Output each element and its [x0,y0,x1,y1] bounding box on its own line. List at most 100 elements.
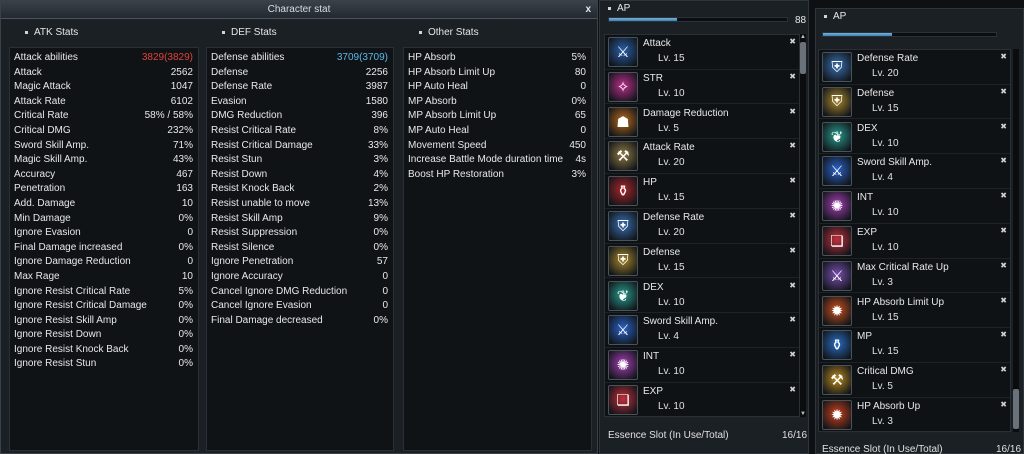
essence-item[interactable]: ⛨ Defense Rate Lv. 20 ✖ [819,50,1010,85]
essence-item[interactable]: ✧ STR Lv. 10 ✖ [605,70,799,105]
other-stats-header: Other Stats [403,19,592,47]
stat-label: Ignore Resist Critical Rate [14,285,131,297]
essence-item[interactable]: ⚒ Attack Rate Lv. 20 ✖ [605,139,799,175]
essence-item[interactable]: ❦ DEX Lv. 10 ✖ [819,120,1010,155]
stat-value: 43% [172,154,193,166]
stat-row: Resist Skill Amp 9% [207,212,393,227]
remove-icon[interactable]: ✖ [1000,261,1007,270]
essence-name: INT [643,351,660,363]
essence-name: HP [643,177,657,189]
essence-item[interactable]: ⚱ HP Lv. 15 ✖ [605,174,799,209]
remove-icon[interactable]: ✖ [1000,365,1007,374]
stat-value: 0 [187,256,193,268]
close-icon[interactable]: x [585,1,591,18]
ap-list-scrollbar[interactable]: ▲ ▼ [800,34,806,417]
essence-item[interactable]: ✺ INT Lv. 10 ✖ [819,189,1010,224]
remove-icon[interactable]: ✖ [789,246,796,255]
remove-icon[interactable]: ✖ [1000,122,1007,131]
remove-icon[interactable]: ✖ [789,107,796,116]
essence-item[interactable]: ⚔ Sword Skill Amp. Lv. 4 ✖ [605,313,799,349]
essence-level: Lv. 15 [658,261,685,273]
scroll-down-icon[interactable]: ▼ [800,411,806,417]
shield-icon: ⛨ [608,211,638,241]
stat-value: 0% [178,300,193,312]
essence-item[interactable]: ⛨ Defense Lv. 15 ✖ [605,244,799,279]
ap-list-scrollbar[interactable] [1013,49,1019,432]
other-stats-panel: HP Absorb 5% HP Absorb Limit Up 80 HP Auto H… [403,47,592,451]
stat-value: 0% [178,314,193,326]
ap-progress-bar [608,17,788,22]
remove-icon[interactable]: ✖ [789,176,796,185]
book-icon: ❏ [608,385,638,415]
stat-row: Attack Rate 6102 [10,95,198,110]
stat-label: HP Auto Heal [408,81,468,93]
essence-item[interactable]: ✹ HP Absorb Up Lv. 3 ✖ [819,398,1010,433]
stat-value: 0% [178,329,193,341]
essence-name: MP [857,331,872,343]
essence-level: Lv. 3 [872,416,893,427]
stat-value: 0 [580,124,586,136]
remove-icon[interactable]: ✖ [1000,226,1007,235]
stat-value: 57 [376,256,388,268]
remove-icon[interactable]: ✖ [1000,87,1007,96]
essence-slot-count: 16/16 [782,430,808,441]
essence-item[interactable]: ✺ INT Lv. 10 ✖ [605,348,799,383]
essence-level: Lv. 10 [872,207,899,219]
essence-item[interactable]: ⚱ MP Lv. 15 ✖ [819,328,1010,364]
bullet-icon [608,6,611,10]
stat-row: MP Absorb Limit Up 65 [404,109,591,124]
remove-icon[interactable]: ✖ [789,37,796,46]
remove-icon[interactable]: ✖ [1000,330,1007,339]
window-titlebar[interactable]: Character stat x [1,1,597,19]
remove-icon[interactable]: ✖ [789,385,796,394]
remove-icon[interactable]: ✖ [789,211,796,220]
remove-icon[interactable]: ✖ [789,141,796,150]
remove-icon[interactable]: ✖ [789,72,796,81]
remove-icon[interactable]: ✖ [789,350,796,359]
essence-level: Lv. 15 [658,53,685,64]
remove-icon[interactable]: ✖ [789,315,796,324]
stat-label: HP Absorb [408,52,456,63]
stat-row: Defense 2256 [207,66,393,81]
essence-name: DEX [857,122,878,134]
remove-icon[interactable]: ✖ [1000,156,1007,165]
remove-icon[interactable]: ✖ [1000,191,1007,200]
essence-item[interactable]: ⚒ Critical DMG Lv. 5 ✖ [819,363,1010,398]
scroll-up-icon[interactable]: ▲ [800,34,806,40]
scroll-thumb[interactable] [800,42,806,74]
remove-icon[interactable]: ✖ [1000,400,1007,409]
essence-item[interactable]: ❦ DEX Lv. 10 ✖ [605,279,799,314]
essence-item[interactable]: ⛨ Defense Lv. 15 ✖ [819,85,1010,120]
essence-item[interactable]: ⚔ Attack Lv. 15 ✖ [605,35,799,70]
essence-item[interactable]: ⚔ Sword Skill Amp. Lv. 4 ✖ [819,154,1010,190]
remove-icon[interactable]: ✖ [789,281,796,290]
scroll-thumb[interactable] [1013,389,1019,429]
ap-essence-list: ⛨ Defense Rate Lv. 20 ✖ ⛨ Defense Lv. 15 ✖ ❦ DEX L… [818,49,1011,433]
stat-row: Ignore Resist Stun 0% [10,357,198,372]
stat-label: Defense abilities [211,52,285,63]
essence-item[interactable]: ☗ Damage Reduction Lv. 5 ✖ [605,105,799,140]
essence-slot-label: Essence Slot (In Use/Total) [608,430,729,441]
stat-row: Magic Skill Amp. 43% [10,153,198,168]
stat-label: Resist Knock Back [211,183,295,195]
essence-item[interactable]: ⚔ Max Critical Rate Up Lv. 3 ✖ [819,259,1010,294]
stat-value: 65 [574,110,586,122]
stat-row: Ignore Penetration 57 [207,255,393,270]
remove-icon[interactable]: ✖ [1000,296,1007,305]
essence-item[interactable]: ❏ EXP Lv. 10 ✖ [605,383,799,418]
stat-label: Ignore Resist Skill Amp [14,314,117,326]
essence-item[interactable]: ❏ EXP Lv. 10 ✖ [819,224,1010,259]
book-icon: ❏ [822,226,852,256]
stat-value: 3829(3829) [141,52,193,63]
remove-icon[interactable]: ✖ [1000,52,1007,61]
essence-item[interactable]: ✹ HP Absorb Limit Up Lv. 15 ✖ [819,294,1010,329]
stat-value: 8% [373,124,388,136]
bullet-icon [222,30,225,34]
stat-label: Resist Critical Rate [211,124,297,136]
essence-level: Lv. 10 [658,87,685,99]
essence-item[interactable]: ⛨ Defense Rate Lv. 20 ✖ [605,209,799,244]
stat-row: Defense Rate 3987 [207,80,393,95]
stat-label: MP Auto Heal [408,124,469,136]
stat-value: 4s [575,154,586,166]
essence-name: Damage Reduction [643,107,729,119]
